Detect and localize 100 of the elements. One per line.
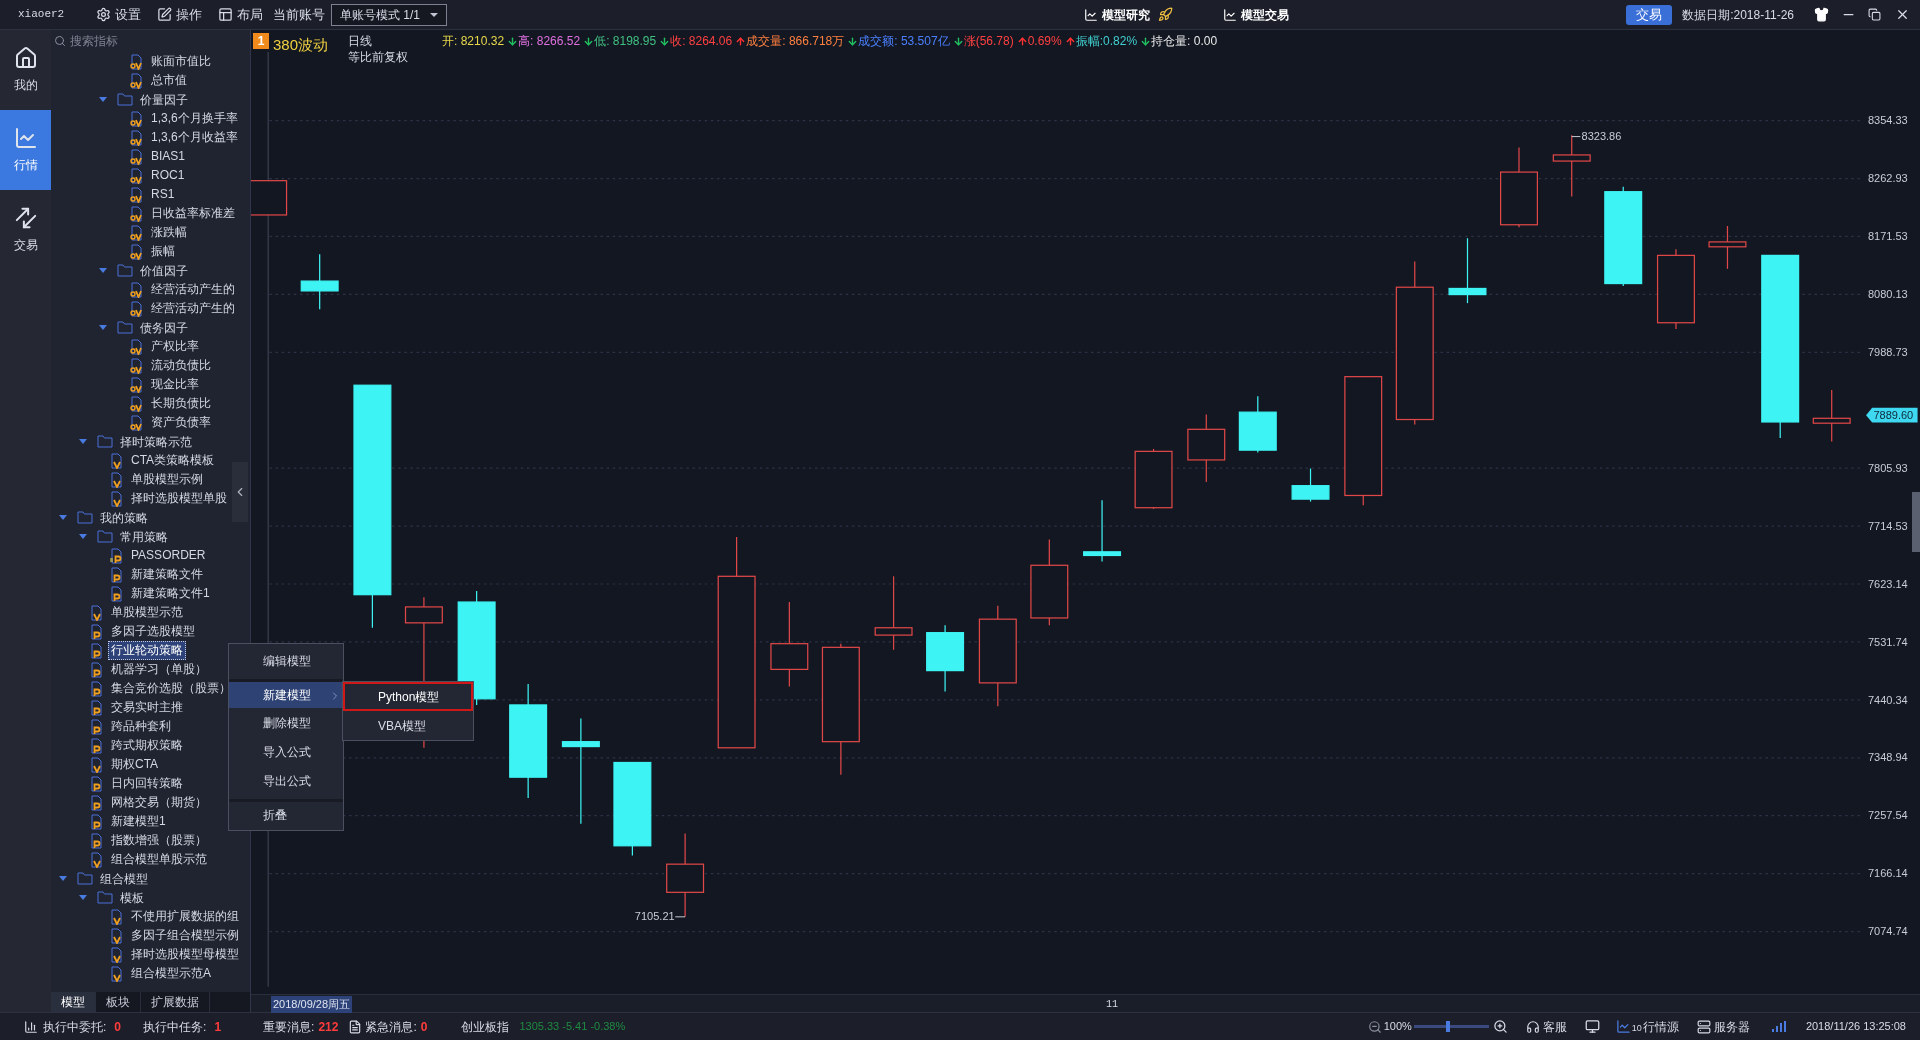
- tree-item[interactable]: ROC1: [148, 166, 188, 185]
- tree-item[interactable]: 1,3,6个月收益率: [148, 128, 241, 147]
- tree-folder-label[interactable]: 我的策略: [100, 508, 148, 527]
- tree-item[interactable]: RS1: [148, 185, 178, 204]
- customer-service-link[interactable]: 客服: [1542, 1017, 1567, 1036]
- expand-triangle-icon[interactable]: [79, 895, 87, 900]
- tree-item[interactable]: 经营活动产生的: [148, 280, 238, 299]
- rail-tab[interactable]: 我的: [0, 30, 51, 110]
- tree-item[interactable]: 新建策略文件: [128, 565, 206, 584]
- tree-folder-label[interactable]: 债务因子: [140, 318, 188, 337]
- tree-item[interactable]: 新建策略文件1: [128, 584, 213, 603]
- tree-item[interactable]: 组合模型单股示范: [108, 850, 210, 869]
- script-file-icon: [109, 927, 124, 944]
- menu-button[interactable]: 设置: [88, 2, 149, 27]
- tree-folder-label[interactable]: 价量因子: [140, 90, 188, 109]
- tree-item[interactable]: BIAS1: [148, 147, 189, 166]
- tree-item[interactable]: 日收益率标准差: [148, 204, 238, 223]
- quote-value: 0.69%: [1027, 33, 1062, 50]
- tree-item[interactable]: 交易实时主推: [108, 698, 186, 717]
- tree-item[interactable]: CTA类策略模板: [128, 451, 218, 470]
- module-tab[interactable]: 模型交易: [1223, 5, 1290, 24]
- script-file-icon: [89, 604, 104, 621]
- search-field[interactable]: 搜索指标: [70, 32, 220, 50]
- expand-triangle-icon[interactable]: [79, 534, 87, 539]
- price-axis-label: 7440.34: [1867, 693, 1908, 706]
- tree-item[interactable]: 行业轮动策略: [108, 641, 186, 660]
- expand-triangle-icon[interactable]: [59, 515, 67, 520]
- script-file-icon: [129, 338, 144, 355]
- tree-item[interactable]: 指数增强（股票）: [108, 831, 210, 850]
- tree-item[interactable]: 现金比率: [148, 375, 202, 394]
- module-tab[interactable]: 模型研究: [1084, 5, 1174, 24]
- tree-item[interactable]: 机器学习（单股）: [108, 660, 210, 679]
- tree-item[interactable]: 长期负债比: [148, 394, 214, 413]
- expand-triangle-icon[interactable]: [99, 97, 107, 102]
- zoom-in-icon[interactable]: [1492, 1019, 1508, 1034]
- server-link[interactable]: 服务器: [1713, 1017, 1750, 1036]
- tree-item[interactable]: 单股模型示范: [108, 603, 186, 622]
- tree-item[interactable]: 跨品种套利: [108, 717, 174, 736]
- tree-item[interactable]: 期权CTA: [108, 755, 162, 774]
- rail-tab[interactable]: 交易: [0, 190, 51, 270]
- tree-item[interactable]: 账面市值比: [148, 52, 214, 71]
- tree-item[interactable]: 资产负债率: [148, 413, 214, 432]
- tree-item[interactable]: 1,3,6个月换手率: [148, 109, 241, 128]
- script-file-icon: [89, 756, 104, 773]
- close-icon[interactable]: [1895, 7, 1910, 22]
- tree-item[interactable]: 流动负债比: [148, 356, 214, 375]
- tree-item[interactable]: PASSORDER: [128, 546, 209, 565]
- context-menu-item[interactable]: 删除模型: [229, 708, 343, 737]
- tree-item[interactable]: 总市值: [148, 71, 190, 90]
- rail-tab[interactable]: 行情: [0, 110, 51, 190]
- tree-item[interactable]: 日内回转策略: [108, 774, 186, 793]
- monitor-icon[interactable]: [1584, 1019, 1600, 1034]
- restore-icon[interactable]: [1868, 8, 1881, 21]
- tree-folder-label[interactable]: 模板: [120, 888, 144, 907]
- tree-item[interactable]: 振幅: [148, 242, 178, 261]
- tree-folder-label[interactable]: 常用策略: [120, 527, 168, 546]
- scroll-handle[interactable]: [1912, 492, 1920, 552]
- tree-item[interactable]: 多因子组合模型示例: [128, 926, 242, 945]
- tree-item[interactable]: 多因子选股模型: [108, 622, 198, 641]
- tree-item[interactable]: 不使用扩展数据的组: [128, 907, 242, 926]
- folder-icon: [97, 435, 113, 448]
- tree-item[interactable]: 新建模型1: [108, 812, 169, 831]
- trade-button[interactable]: 交易: [1626, 4, 1673, 25]
- expand-triangle-icon[interactable]: [99, 325, 107, 330]
- tree-item[interactable]: 涨跌幅: [148, 223, 190, 242]
- context-menu-item[interactable]: 折叠: [229, 799, 343, 828]
- folder-icon: [117, 264, 133, 277]
- tree-item[interactable]: 择时选股模型单股: [128, 489, 230, 508]
- tree-item[interactable]: 网格交易（期货）: [108, 793, 210, 812]
- menu-button[interactable]: 布局: [210, 2, 271, 27]
- quote-value: 收: 8264.06: [670, 33, 733, 50]
- context-menu-item[interactable]: 编辑模型: [229, 646, 343, 675]
- context-menu-item[interactable]: 新建模型: [229, 679, 343, 708]
- account-select[interactable]: 单账号模式 1/1: [331, 3, 447, 26]
- context-menu-item[interactable]: 导入公式: [229, 737, 343, 766]
- script-file-icon: [129, 395, 144, 412]
- tree-folder-label[interactable]: 组合模型: [100, 869, 148, 888]
- script-file-icon: [129, 281, 144, 298]
- tree-item[interactable]: 组合模型示范A: [128, 964, 214, 983]
- candlestick: [1812, 389, 1851, 443]
- zoom-out-icon[interactable]: [1367, 1019, 1382, 1034]
- submenu-item[interactable]: Python模型: [343, 682, 473, 711]
- tree-folder-label[interactable]: 择时策略示范: [120, 432, 192, 451]
- menu-button[interactable]: 操作: [149, 2, 210, 27]
- panel-tab[interactable]: 模型: [51, 992, 96, 1012]
- expand-triangle-icon[interactable]: [59, 876, 67, 881]
- tree-item[interactable]: 跨式期权策略: [108, 736, 186, 755]
- expand-triangle-icon[interactable]: [99, 268, 107, 273]
- skin-shirt-icon[interactable]: [1814, 7, 1829, 22]
- market-feed-link[interactable]: 行情源: [1642, 1017, 1679, 1036]
- context-menu-item[interactable]: 导出公式: [229, 766, 343, 795]
- tree-item[interactable]: 单股模型示例: [128, 470, 206, 489]
- expand-triangle-icon[interactable]: [79, 439, 87, 444]
- tree-folder-label[interactable]: 价值因子: [140, 261, 188, 280]
- zoom-slider-thumb[interactable]: [1445, 1021, 1450, 1032]
- submenu-item[interactable]: VBA模型: [343, 711, 473, 740]
- tree-item[interactable]: 经营活动产生的: [148, 299, 238, 318]
- tree-item[interactable]: 产权比率: [148, 337, 202, 356]
- script-file-icon: [89, 699, 104, 716]
- tree-item[interactable]: 择时选股模型母模型: [128, 945, 242, 964]
